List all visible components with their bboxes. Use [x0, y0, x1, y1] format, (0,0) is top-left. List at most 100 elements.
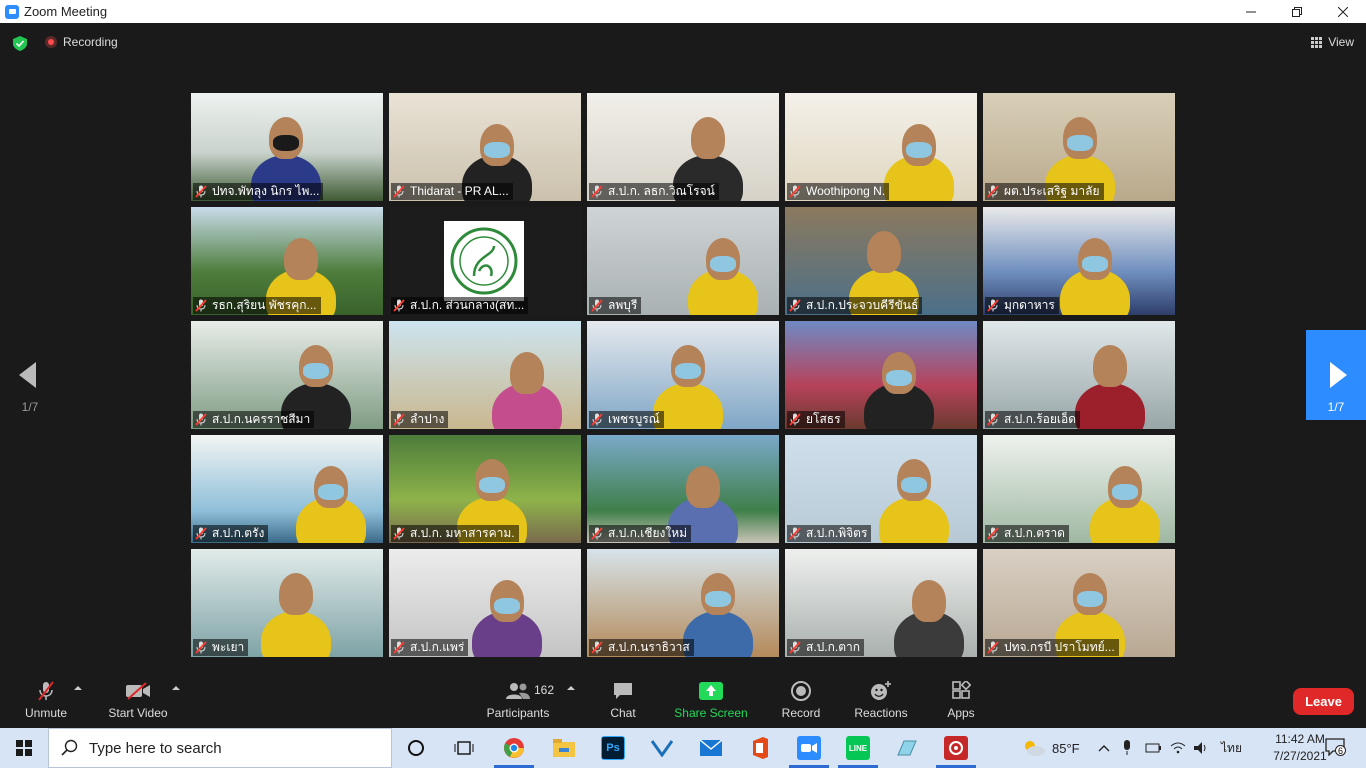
- restore-button[interactable]: [1274, 0, 1320, 23]
- participants-options-caret[interactable]: [567, 686, 575, 690]
- participant-video-tile[interactable]: ยโสธร: [785, 321, 977, 429]
- participant-video-tile[interactable]: ส.ป.ก.ตรัง: [191, 435, 383, 543]
- participant-name-label: รธก.สุริยน พัชรคุก...: [193, 297, 321, 314]
- line-icon[interactable]: LINE: [846, 736, 870, 760]
- participant-video-tile[interactable]: ส.ป.ก.ตราด: [983, 435, 1175, 543]
- next-page-button[interactable]: 1/7: [1306, 330, 1366, 420]
- cortana-icon[interactable]: [404, 736, 428, 760]
- start-button[interactable]: [0, 728, 48, 768]
- security-shield-icon[interactable]: [13, 36, 27, 51]
- start-video-button[interactable]: Start Video: [106, 676, 170, 728]
- audio-options-caret[interactable]: [74, 686, 82, 690]
- participant-video-tile[interactable]: ส.ป.ก. ลธก.วิณโรจน์: [587, 93, 779, 201]
- participant-video-tile[interactable]: ส.ป.ก.เชียงใหม่: [587, 435, 779, 543]
- recording-icon: [45, 36, 57, 48]
- participant-video-tile[interactable]: ส.ป.ก.นครราชสีมา: [191, 321, 383, 429]
- share-screen-icon: [699, 682, 723, 700]
- participant-video-tile[interactable]: มุกดาหาร: [983, 207, 1175, 315]
- wifi-icon[interactable]: [1170, 728, 1186, 768]
- video-off-icon: [126, 682, 150, 700]
- close-icon: [1338, 6, 1348, 17]
- chrome-icon[interactable]: [502, 736, 526, 760]
- mic-muted-icon: [393, 413, 405, 426]
- participant-video-tile[interactable]: ลำปาง: [389, 321, 581, 429]
- office-icon[interactable]: [748, 736, 772, 760]
- v-app-icon[interactable]: [650, 736, 674, 760]
- participant-video-tile[interactable]: ส.ป.ก.ร้อยเอ็ด: [983, 321, 1175, 429]
- mic-muted-icon: [195, 299, 207, 312]
- participant-face: [279, 573, 313, 615]
- microphone-tray-icon[interactable]: [1121, 728, 1133, 768]
- app-icon[interactable]: [895, 736, 919, 760]
- participant-video-tile[interactable]: ปทจ.พัทลุง นิกร ไพ...: [191, 93, 383, 201]
- mic-muted-icon: [195, 413, 207, 426]
- mic-muted-icon: [195, 527, 207, 540]
- participant-video-tile[interactable]: ส.ป.ก.แพร่: [389, 549, 581, 657]
- participant-name: ลำปาง: [410, 412, 445, 426]
- participant-name-label: ส.ป.ก. ส่วนกลาง(สท...: [391, 297, 529, 314]
- record-button[interactable]: Record: [780, 676, 822, 728]
- participant-name: มุกดาหาร: [1004, 298, 1055, 312]
- participant-name: ส.ป.ก.แพร่: [410, 640, 465, 654]
- zoom-icon[interactable]: [797, 736, 821, 760]
- participant-name-label: Woothipong N.: [787, 183, 890, 200]
- participant-video-tile[interactable]: เพชรบูรณ์: [587, 321, 779, 429]
- reactions-button[interactable]: Reactions: [852, 676, 910, 728]
- participant-video-tile[interactable]: ส.ป.ก.ตาก: [785, 549, 977, 657]
- taskbar-clock[interactable]: 11:42 AM 7/27/2021: [1270, 731, 1330, 765]
- tray-overflow-button[interactable]: [1097, 728, 1111, 768]
- share-screen-button[interactable]: Share Screen: [674, 676, 748, 728]
- participant-video-tile[interactable]: ผต.ประเสริฐ มาลัย: [983, 93, 1175, 201]
- recording-indicator[interactable]: Recording: [45, 35, 118, 49]
- unmute-button[interactable]: Unmute: [22, 676, 70, 728]
- battery-icon[interactable]: [1145, 728, 1161, 768]
- participant-name: ยโสธร: [806, 412, 841, 426]
- mic-muted-icon: [393, 185, 405, 198]
- view-button[interactable]: View: [1311, 35, 1354, 49]
- participant-name: ส.ป.ก. ส่วนกลาง(สท...: [410, 298, 525, 312]
- file-explorer-icon[interactable]: [552, 736, 576, 760]
- chat-button[interactable]: Chat: [603, 676, 643, 728]
- participant-video-tile[interactable]: ส.ป.ก. ส่วนกลาง(สท...: [389, 207, 581, 315]
- face-mask: [1112, 484, 1138, 500]
- participant-name-label: ปทจ.กรบี ปราโมทย์...: [985, 639, 1119, 656]
- chat-label: Chat: [610, 706, 636, 720]
- photoshop-icon[interactable]: Ps: [601, 736, 625, 760]
- participant-name: ส.ป.ก.เชียงใหม่: [608, 526, 688, 540]
- task-view-icon[interactable]: [452, 736, 476, 760]
- participant-video-tile[interactable]: ส.ป.ก.ประจวบคีรีขันธ์: [785, 207, 977, 315]
- clock-date: 7/27/2021: [1273, 749, 1327, 763]
- participant-name-label: ส.ป.ก.ตาก: [787, 639, 865, 656]
- notifications-button[interactable]: 6: [1325, 738, 1346, 757]
- volume-icon[interactable]: [1193, 728, 1209, 768]
- page-indicator: 1/7: [21, 400, 39, 414]
- input-language[interactable]: ไทย: [1221, 728, 1242, 768]
- apps-button[interactable]: Apps: [944, 676, 978, 728]
- red-app-icon[interactable]: [944, 736, 968, 760]
- participant-video-tile[interactable]: ปทจ.กรบี ปราโมทย์...: [983, 549, 1175, 657]
- participant-video-tile[interactable]: พะเยา: [191, 549, 383, 657]
- minimize-button[interactable]: [1228, 0, 1274, 23]
- participant-video-tile[interactable]: ส.ป.ก.นราธิวาส: [587, 549, 779, 657]
- participant-video-tile[interactable]: รธก.สุริยน พัชรคุก...: [191, 207, 383, 315]
- close-button[interactable]: [1320, 0, 1366, 23]
- participant-video-tile[interactable]: Thidarat - PR AL...: [389, 93, 581, 201]
- mail-icon[interactable]: [699, 736, 723, 760]
- reactions-label: Reactions: [854, 706, 908, 720]
- mic-muted-icon: [789, 641, 801, 654]
- previous-page-button[interactable]: 1/7: [0, 330, 60, 420]
- apps-label: Apps: [947, 706, 975, 720]
- participant-video-tile[interactable]: Woothipong N.: [785, 93, 977, 201]
- leave-button[interactable]: Leave: [1293, 688, 1354, 715]
- participant-video-tile[interactable]: ลพบุรี: [587, 207, 779, 315]
- participant-name: ส.ป.ก. ลธก.วิณโรจน์: [608, 184, 715, 198]
- participant-video-tile[interactable]: ส.ป.ก.พิจิตร: [785, 435, 977, 543]
- face-mask: [1067, 135, 1093, 151]
- participant-name: ส.ป.ก.ตราด: [1004, 526, 1065, 540]
- weather-widget[interactable]: 85°F: [1022, 728, 1080, 768]
- participant-video-tile[interactable]: ส.ป.ก. มหาสารคาม.: [389, 435, 581, 543]
- mic-muted-icon: [393, 641, 405, 654]
- window-title-bar: Zoom Meeting: [0, 0, 1366, 23]
- video-options-caret[interactable]: [172, 686, 180, 690]
- taskbar-search-box[interactable]: Type here to search: [48, 728, 392, 768]
